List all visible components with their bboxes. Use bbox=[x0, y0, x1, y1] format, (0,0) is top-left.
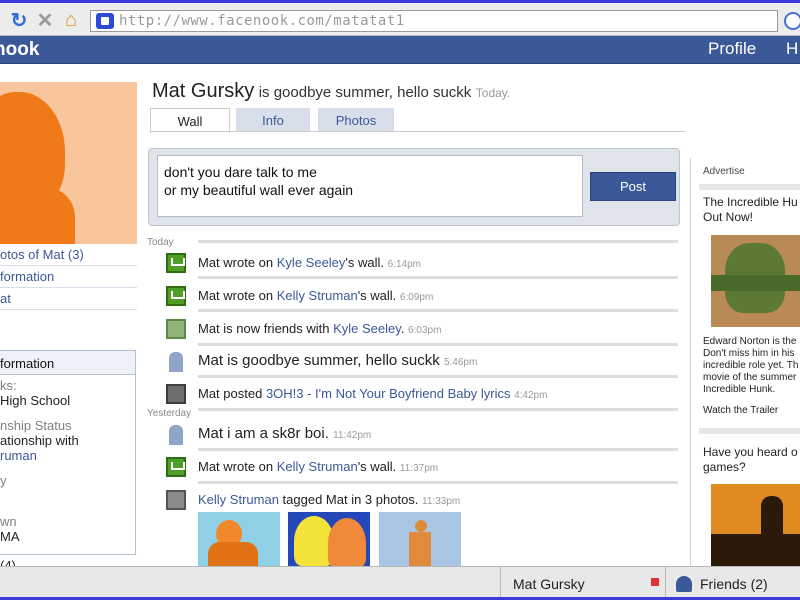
info-label-birthday: y bbox=[0, 473, 7, 488]
feed-item-link[interactable]: Kelly Struman bbox=[198, 492, 279, 507]
ads-column: Advertise The Incredible Hu Out Now! Edw… bbox=[690, 158, 800, 568]
ad-title[interactable]: The Incredible Hu bbox=[703, 195, 798, 210]
feed-item-text: Mat posted 3OH!3 - I'm Not Your Boyfrien… bbox=[198, 386, 548, 401]
feed-divider bbox=[198, 481, 678, 484]
sidebar-link-photos[interactable]: otos of Mat (3) bbox=[0, 244, 137, 266]
site-logo[interactable]: nook bbox=[0, 39, 39, 61]
feed-item: Mat wrote on Kelly Struman's wall. 6:09p… bbox=[166, 286, 686, 310]
feed-item: Mat wrote on Kelly Struman's wall. 11:37… bbox=[166, 457, 686, 481]
feed-divider bbox=[198, 343, 678, 346]
day-label-yesterday: Yesterday bbox=[147, 408, 192, 419]
wall-composer: don't you dare talk to me or my beautifu… bbox=[148, 148, 680, 226]
photo-thumbnail[interactable] bbox=[198, 512, 280, 567]
stop-icon[interactable]: ✕ bbox=[34, 9, 56, 32]
status-person-icon bbox=[169, 425, 183, 445]
sidebar-link-information[interactable]: formation bbox=[0, 266, 137, 288]
feed-item-text: Mat is now friends with Kyle Seeley. 6:0… bbox=[198, 321, 442, 336]
profile-status-time: Today. bbox=[475, 86, 511, 100]
profile-status: is goodbye summer, hello suckk bbox=[258, 84, 472, 101]
address-bar[interactable]: http://www.facenook.com/matatat1 bbox=[90, 10, 778, 32]
feed-item-text: Mat wrote on Kelly Struman's wall. 11:37… bbox=[198, 459, 439, 474]
day-label-today: Today bbox=[147, 237, 174, 248]
information-box-title: formation bbox=[0, 351, 135, 375]
ad-body: movie of the summer bbox=[703, 372, 797, 383]
info-label-relationship: nship Status bbox=[0, 418, 72, 433]
wall-post-icon bbox=[166, 253, 186, 273]
ad-body: incredible role yet. Th bbox=[703, 360, 799, 371]
search-icon[interactable] bbox=[784, 12, 800, 30]
profile-name: Mat Gursky bbox=[152, 80, 255, 102]
sidebar-link-chat[interactable]: at bbox=[0, 288, 137, 310]
info-value-relationship: ationship with bbox=[0, 433, 79, 448]
feed-divider bbox=[198, 240, 678, 243]
feed-item-link[interactable]: Kyle Seeley bbox=[333, 321, 401, 336]
wall-post-icon bbox=[166, 457, 186, 477]
tab-wall[interactable]: Wall bbox=[150, 108, 230, 133]
tab-photos[interactable]: Photos bbox=[318, 108, 394, 132]
profile-picture[interactable] bbox=[0, 82, 137, 244]
info-label-networks: ks: bbox=[0, 378, 17, 393]
info-label-hometown: wn bbox=[0, 514, 17, 529]
ad-body: Don't miss him in his bbox=[703, 348, 795, 359]
ads-label: Advertise bbox=[703, 166, 745, 177]
chat-friends-label: Friends (2) bbox=[700, 575, 768, 592]
nav-home[interactable]: H bbox=[786, 39, 798, 59]
online-status-icon bbox=[651, 578, 659, 586]
feed-divider bbox=[198, 408, 678, 411]
profile-headline: Mat Gursky is goodbye summer, hello suck… bbox=[152, 80, 510, 103]
friends-icon bbox=[676, 575, 692, 592]
chat-user-name: Mat Gursky bbox=[513, 575, 585, 592]
ad-title[interactable]: Out Now! bbox=[703, 210, 753, 225]
feed-item: Mat is now friends with Kyle Seeley. 6:0… bbox=[166, 319, 686, 343]
ad-image[interactable] bbox=[711, 484, 800, 568]
refresh-icon[interactable]: ↻ bbox=[8, 9, 30, 32]
ad-title[interactable]: games? bbox=[703, 460, 746, 475]
photo-thumbnail[interactable] bbox=[379, 512, 461, 567]
feed-item: Mat posted 3OH!3 - I'm Not Your Boyfrien… bbox=[166, 384, 686, 408]
wall-post-input[interactable]: don't you dare talk to me or my beautifu… bbox=[157, 155, 583, 217]
chat-user-tab[interactable]: Mat Gursky bbox=[500, 567, 666, 600]
feed-item-link[interactable]: Kelly Struman bbox=[277, 459, 358, 474]
address-url: http://www.facenook.com/matatat1 bbox=[119, 13, 405, 29]
status-person-icon bbox=[169, 352, 183, 372]
film-strip-icon bbox=[166, 384, 186, 404]
feed-item: Mat is goodbye summer, hello suckk 5:46p… bbox=[166, 352, 686, 376]
site-header: nook Profile H bbox=[0, 36, 800, 64]
post-button[interactable]: Post bbox=[590, 172, 676, 201]
feed-item-text: Mat wrote on Kelly Struman's wall. 6:09p… bbox=[198, 288, 434, 303]
info-link-partner[interactable]: ruman bbox=[0, 448, 37, 463]
site-favicon-icon bbox=[96, 13, 114, 29]
feed-item-text: Kelly Struman tagged Mat in 3 photos. 11… bbox=[198, 492, 461, 507]
feed-item-text: Mat i am a sk8r boi. 11:42pm bbox=[198, 425, 372, 442]
tab-divider bbox=[150, 131, 685, 132]
photo-thumbnail[interactable] bbox=[288, 512, 370, 567]
photo-tag-icon bbox=[166, 490, 186, 510]
tab-info[interactable]: Info bbox=[236, 108, 310, 132]
ad-trailer-link[interactable]: Watch the Trailer bbox=[703, 405, 778, 417]
ad-title[interactable]: Have you heard o bbox=[703, 445, 798, 460]
feed-item: Kelly Struman tagged Mat in 3 photos. 11… bbox=[166, 490, 686, 514]
feed-item-link[interactable]: Kyle Seeley bbox=[277, 255, 346, 270]
feed-item: Mat i am a sk8r boi. 11:42pm bbox=[166, 425, 686, 449]
nav-profile[interactable]: Profile bbox=[708, 39, 756, 59]
profile-picture-body bbox=[0, 187, 75, 244]
home-icon[interactable]: ⌂ bbox=[60, 9, 82, 31]
browser-toolbar: ↻ ✕ ⌂ http://www.facenook.com/matatat1 bbox=[0, 0, 800, 36]
friend-add-icon bbox=[166, 319, 186, 339]
ads-divider bbox=[699, 428, 800, 434]
feed-item-text: Mat is goodbye summer, hello suckk 5:46p… bbox=[198, 352, 478, 369]
ad-body: Incredible Hunk. bbox=[703, 384, 776, 395]
chat-friends-tab[interactable]: Friends (2) bbox=[668, 567, 800, 600]
ad-body: Edward Norton is the bbox=[703, 336, 797, 347]
feed-item-link[interactable]: 3OH!3 - I'm Not Your Boyfriend Baby lyri… bbox=[266, 386, 511, 401]
feed-item: Mat wrote on Kyle Seeley's wall. 6:14pm bbox=[166, 253, 686, 277]
feed-item-text: Mat wrote on Kyle Seeley's wall. 6:14pm bbox=[198, 255, 422, 270]
info-value-hometown: MA bbox=[0, 529, 20, 544]
ad-image[interactable] bbox=[711, 235, 800, 327]
wall-post-icon bbox=[166, 286, 186, 306]
info-value-school: High School bbox=[0, 393, 71, 408]
feed-item-link[interactable]: Kelly Struman bbox=[277, 288, 358, 303]
ads-divider bbox=[699, 184, 800, 190]
chat-bar: Mat Gursky Friends (2) bbox=[0, 566, 800, 600]
